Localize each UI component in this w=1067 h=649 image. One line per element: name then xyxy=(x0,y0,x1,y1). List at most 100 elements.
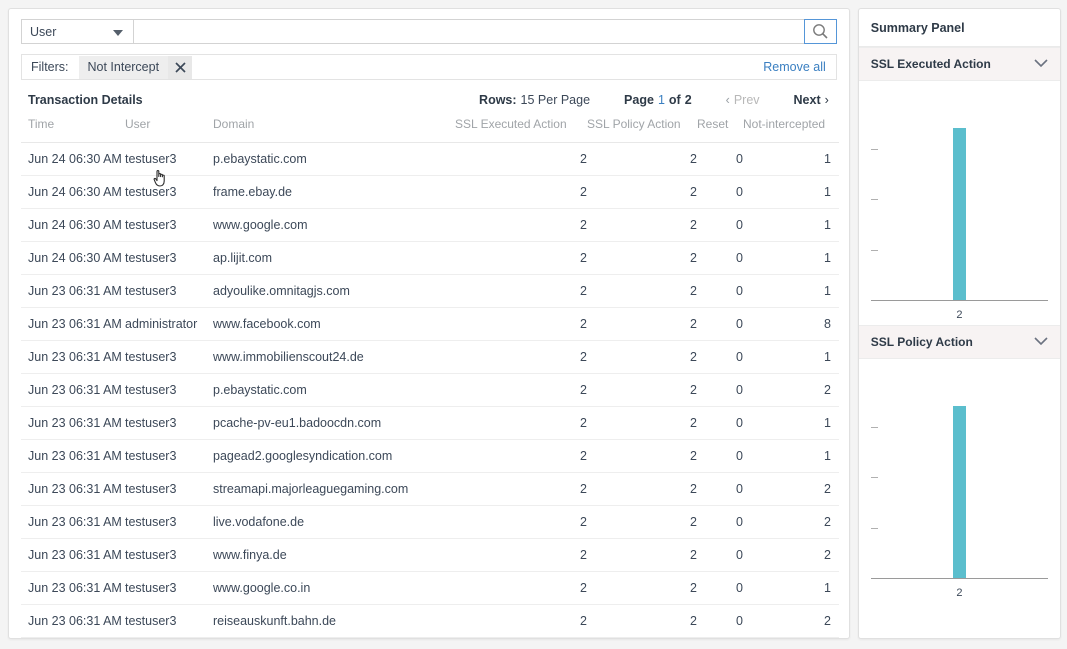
cell-reset: 0 xyxy=(697,308,743,341)
x-axis-line xyxy=(871,578,1048,579)
page-number[interactable]: 1 xyxy=(658,93,665,107)
cell-user: testuser3 xyxy=(125,209,213,242)
cell-domain: frame.ebay.de xyxy=(213,176,455,209)
cell-reset: 0 xyxy=(697,473,743,506)
cell-user: testuser3 xyxy=(125,539,213,572)
chart-bar[interactable] xyxy=(953,406,966,578)
chevron-left-icon: ‹ xyxy=(726,93,730,107)
cell-domain: streamapi.majorleaguegaming.com xyxy=(213,473,455,506)
table-row[interactable]: Jun 23 06:31 AMtestuser3streamapi.majorl… xyxy=(21,473,839,506)
column-header-not-intercepted[interactable]: Not-intercepted xyxy=(743,117,839,143)
cell-user: administrator xyxy=(125,308,213,341)
page-label: Page xyxy=(624,93,654,107)
column-header-time[interactable]: Time xyxy=(21,117,125,143)
cell-user: testuser3 xyxy=(125,374,213,407)
table-toolbar: Transaction Details Rows: 15 Per Page Pa… xyxy=(21,93,837,107)
cell-not-intercepted: 1 xyxy=(743,341,839,374)
cell-ssl-policy-action: 2 xyxy=(587,605,697,638)
cell-time: Jun 23 06:31 AM xyxy=(21,473,125,506)
cell-time: Jun 23 06:31 AM xyxy=(21,539,125,572)
table-row[interactable]: Jun 24 06:30 AMtestuser3www.google.com22… xyxy=(21,209,839,242)
cell-not-intercepted: 2 xyxy=(743,374,839,407)
cell-ssl-executed-action: 2 xyxy=(455,374,587,407)
cell-domain: www.google.com xyxy=(213,209,455,242)
remove-all-filters-link[interactable]: Remove all xyxy=(763,60,826,74)
cell-reset: 0 xyxy=(697,605,743,638)
cell-reset: 0 xyxy=(697,341,743,374)
table-row[interactable]: Jun 24 06:30 AMtestuser3frame.ebay.de220… xyxy=(21,176,839,209)
prev-label: Prev xyxy=(734,93,760,107)
table-row[interactable]: Jun 23 06:31 AMtestuser3www.finya.de2202 xyxy=(21,539,839,572)
cell-domain: p.ebaystatic.com xyxy=(213,374,455,407)
column-header-ssl-policy-action[interactable]: SSL Policy Action xyxy=(587,117,697,143)
table-row[interactable]: Jun 24 06:30 AMtestuser3p.ebaystatic.com… xyxy=(21,143,839,176)
table-row[interactable]: Jun 23 06:31 AMtestuser3pcache-pv-eu1.ba… xyxy=(21,407,839,440)
summary-section-label: SSL Executed Action xyxy=(871,57,991,71)
total-pages: 2 xyxy=(685,93,692,107)
column-header-ssl-executed-action[interactable]: SSL Executed Action xyxy=(455,117,587,143)
chevron-down-icon[interactable] xyxy=(1034,333,1048,351)
cell-not-intercepted: 1 xyxy=(743,176,839,209)
cell-user: testuser3 xyxy=(125,242,213,275)
chart-ssl-policy-action: 2 xyxy=(859,359,1060,603)
table-row[interactable]: Jun 23 06:31 AMtestuser3reiseauskunft.ba… xyxy=(21,605,839,638)
app-root: User Filters: Not Intercept xyxy=(0,0,1067,649)
table-row[interactable]: Jun 23 06:31 AMtestuser3pagead2.googlesy… xyxy=(21,440,839,473)
column-header-user[interactable]: User xyxy=(125,117,213,143)
chart-plot-area: 2 xyxy=(871,371,1048,603)
cell-time: Jun 24 06:30 AM xyxy=(21,176,125,209)
cell-ssl-executed-action: 2 xyxy=(455,176,587,209)
filters-bar: Filters: Not Intercept Remove all xyxy=(21,54,837,80)
cell-reset: 0 xyxy=(697,539,743,572)
summary-panel-title: Summary Panel xyxy=(859,9,1060,47)
y-axis-tick xyxy=(871,528,878,529)
cell-not-intercepted: 2 xyxy=(743,605,839,638)
search-bar: User xyxy=(21,19,837,44)
search-button[interactable] xyxy=(804,19,837,44)
cell-reset: 0 xyxy=(697,209,743,242)
filter-chip[interactable]: Not Intercept xyxy=(79,56,193,79)
cell-ssl-policy-action: 2 xyxy=(587,506,697,539)
y-axis-tick xyxy=(871,427,878,428)
search-category-select[interactable]: User xyxy=(21,19,133,44)
summary-section-header-ssl-executed-action[interactable]: SSL Executed Action xyxy=(859,47,1060,81)
x-axis-line xyxy=(871,300,1048,301)
prev-page-button: ‹ Prev xyxy=(726,93,760,107)
table-row[interactable]: Jun 23 06:31 AMtestuser3www.google.co.in… xyxy=(21,572,839,605)
y-axis-tick xyxy=(871,250,878,251)
next-page-button[interactable]: Next › xyxy=(794,93,829,107)
cell-not-intercepted: 1 xyxy=(743,242,839,275)
page-title: Transaction Details xyxy=(28,93,143,107)
column-header-domain[interactable]: Domain xyxy=(213,117,455,143)
cell-user: testuser3 xyxy=(125,605,213,638)
cell-not-intercepted: 1 xyxy=(743,209,839,242)
cell-domain: p.ebaystatic.com xyxy=(213,143,455,176)
chevron-down-icon xyxy=(113,30,123,36)
table-row[interactable]: Jun 23 06:31 AMtestuser3www.immobiliensc… xyxy=(21,341,839,374)
cell-reset: 0 xyxy=(697,374,743,407)
table-row[interactable]: Jun 23 06:31 AMtestuser3adyoulike.omnita… xyxy=(21,275,839,308)
column-header-reset[interactable]: Reset xyxy=(697,117,743,143)
cell-user: testuser3 xyxy=(125,440,213,473)
cell-user: testuser3 xyxy=(125,341,213,374)
cell-ssl-executed-action: 2 xyxy=(455,341,587,374)
chart-plot-area: 2 xyxy=(871,93,1048,325)
table-row[interactable]: Jun 23 06:31 AMtestuser3p.ebaystatic.com… xyxy=(21,374,839,407)
cell-not-intercepted: 2 xyxy=(743,539,839,572)
cell-ssl-policy-action: 2 xyxy=(587,176,697,209)
table-row[interactable]: Jun 23 06:31 AMadministratorwww.facebook… xyxy=(21,308,839,341)
cell-reset: 0 xyxy=(697,506,743,539)
table-row[interactable]: Jun 23 06:31 AMtestuser3live.vodafone.de… xyxy=(21,506,839,539)
rows-per-page[interactable]: Rows: 15 Per Page xyxy=(479,93,590,107)
cell-ssl-policy-action: 2 xyxy=(587,572,697,605)
search-input[interactable] xyxy=(133,19,804,44)
cell-ssl-policy-action: 2 xyxy=(587,143,697,176)
table-header: Time User Domain SSL Executed Action SSL… xyxy=(21,117,839,143)
chevron-down-icon[interactable] xyxy=(1034,55,1048,73)
cell-domain: www.finya.de xyxy=(213,539,455,572)
chart-bar[interactable] xyxy=(953,128,966,300)
cell-ssl-policy-action: 2 xyxy=(587,407,697,440)
summary-section-header-ssl-policy-action[interactable]: SSL Policy Action xyxy=(859,325,1060,359)
table-row[interactable]: Jun 24 06:30 AMtestuser3ap.lijit.com2201 xyxy=(21,242,839,275)
close-icon[interactable] xyxy=(168,56,192,79)
